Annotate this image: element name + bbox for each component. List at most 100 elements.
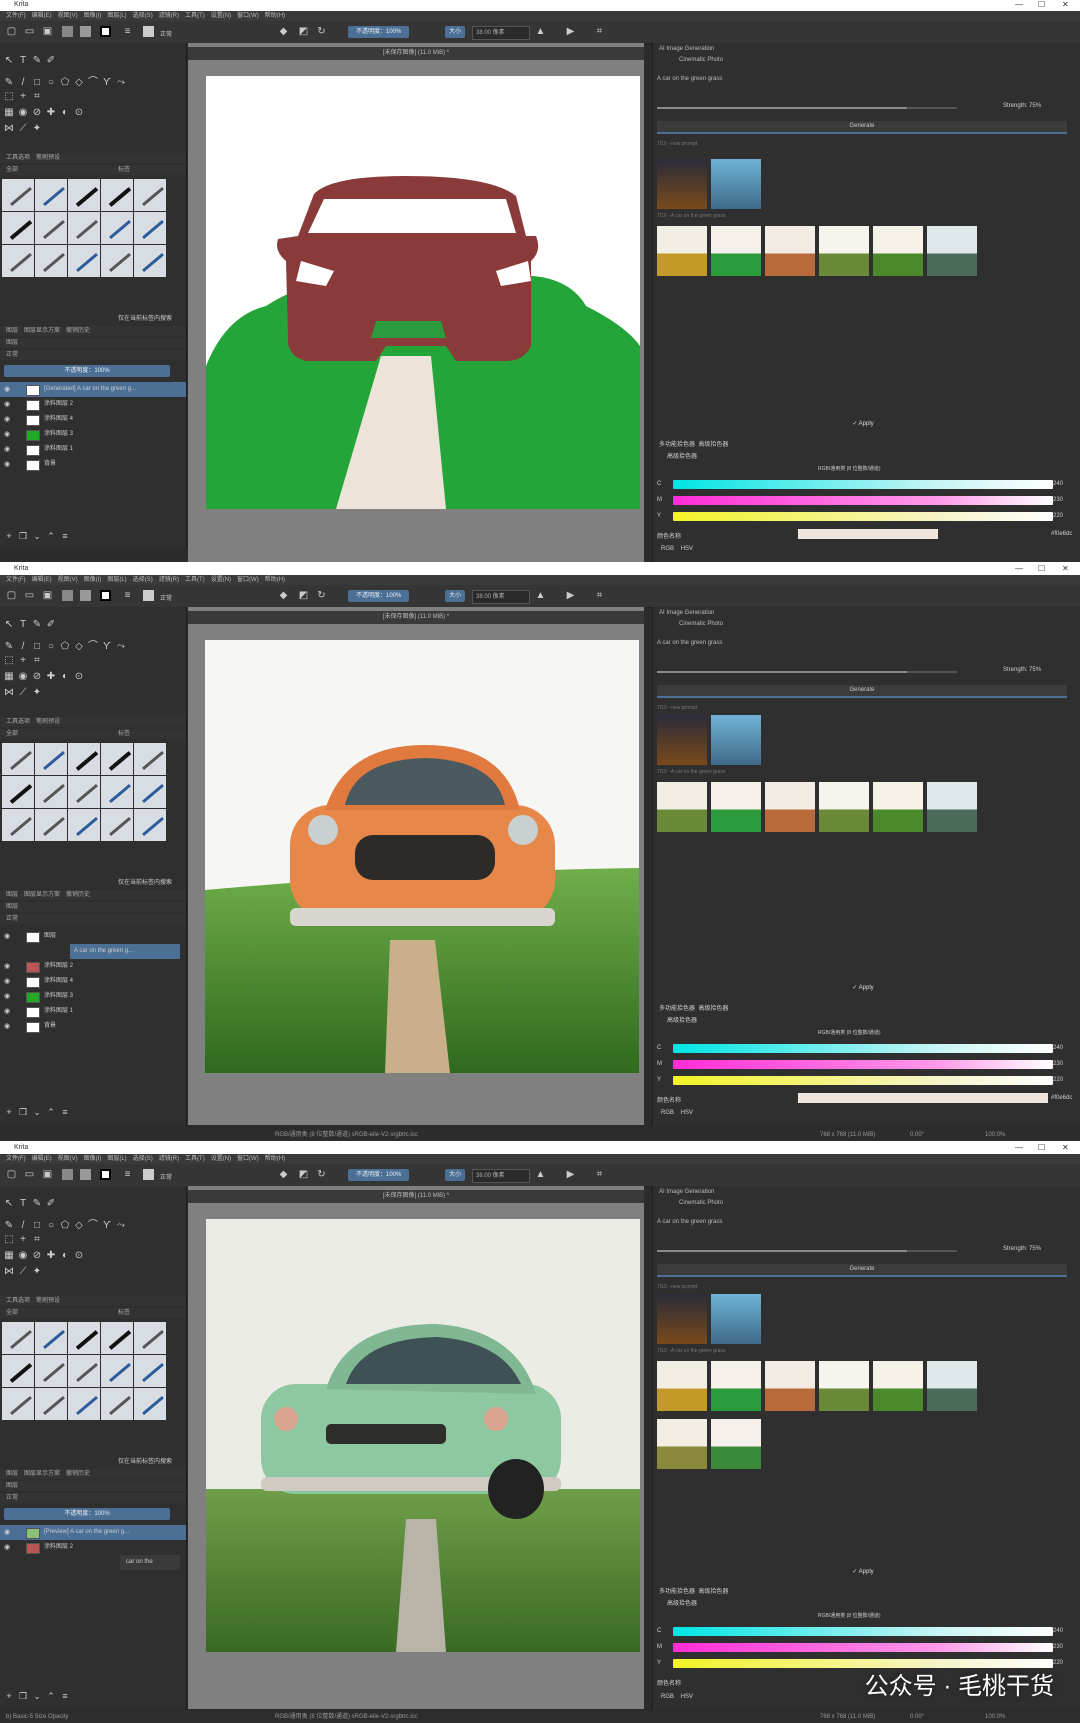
brush-preset[interactable]: [101, 1355, 133, 1387]
toolbox-row-4[interactable]: ▦ ◉ ⊘ ✚ ◐ ⊙: [2, 671, 86, 685]
layer-row[interactable]: ◉ 涂料图层 1: [0, 1004, 186, 1019]
brush-preset[interactable]: [2, 743, 34, 775]
strength-slider[interactable]: [657, 107, 957, 109]
tab-advanced-selector[interactable]: 高级拾色器: [698, 442, 728, 448]
toolbox-row-2[interactable]: ✎ / □ ○ ⬠ ◇ ⌒ ϒ ⤳: [2, 637, 128, 652]
menu-filter[interactable]: 滤镜(R): [159, 11, 179, 21]
visibility-icon[interactable]: ◉: [4, 1525, 10, 1540]
menu-tools[interactable]: 工具(T): [185, 1154, 205, 1164]
new-file-icon[interactable]: ▢: [6, 26, 17, 37]
menu-layer[interactable]: 图层(L): [107, 575, 126, 585]
tab-undo-history[interactable]: 撤销历史: [66, 892, 90, 898]
menu-edit[interactable]: 编辑(E): [32, 11, 52, 21]
brush-preset[interactable]: [101, 179, 133, 211]
history-thumbnail[interactable]: [765, 1361, 815, 1411]
channel-m-value[interactable]: 230: [1053, 1644, 1063, 1650]
eraser-icon[interactable]: ◆: [278, 26, 289, 37]
layer-row[interactable]: ◉ 涂料图层 3: [0, 989, 186, 1004]
menu-select[interactable]: 选择(S): [133, 11, 153, 21]
brush-preset[interactable]: [101, 776, 133, 808]
alpha-lock-icon[interactable]: ◩: [298, 26, 309, 37]
layer-row[interactable]: A car on the green g...: [70, 944, 180, 959]
layer-row[interactable]: ◉ 背景: [0, 1019, 186, 1034]
menu-edit[interactable]: 编辑(E): [32, 575, 52, 585]
yellow-slider[interactable]: [673, 1076, 1053, 1085]
layer-row[interactable]: ◉ 背景: [0, 457, 186, 472]
brush-preset[interactable]: [35, 1355, 67, 1387]
brush-filter[interactable]: 全部: [6, 1310, 18, 1316]
tab-layer-display[interactable]: 图层显示方案: [24, 1471, 60, 1477]
hex-value[interactable]: #f0e6dc: [1051, 531, 1072, 537]
brush-preset[interactable]: [2, 776, 34, 808]
reload-icon[interactable]: ↻: [316, 26, 327, 37]
alpha-lock-icon[interactable]: ◩: [298, 1169, 309, 1180]
layer-blend-select[interactable]: 正常: [6, 916, 18, 922]
menu-file[interactable]: 文件(F): [6, 575, 26, 585]
tab-brush-presets[interactable]: 笔刷预设: [36, 1298, 60, 1304]
prompt-input[interactable]: A car on the green grass: [657, 1219, 722, 1225]
history-thumbnail[interactable]: [657, 1294, 707, 1344]
visibility-icon[interactable]: ◉: [4, 397, 10, 412]
visibility-icon[interactable]: ◉: [4, 427, 10, 442]
history-thumbnail[interactable]: [873, 226, 923, 276]
reload-icon[interactable]: ↻: [316, 590, 327, 601]
tab-undo-history[interactable]: 撤销历史: [66, 328, 90, 334]
visibility-icon[interactable]: ◉: [4, 457, 10, 472]
visibility-icon[interactable]: ◉: [4, 382, 10, 397]
history-thumbnail[interactable]: [873, 1361, 923, 1411]
apply-button[interactable]: ✓ Apply: [803, 1568, 923, 1575]
layer-row[interactable]: ◉ 涂料图层 2: [0, 1540, 186, 1555]
history-thumbnail[interactable]: [711, 1361, 761, 1411]
history-thumbnail[interactable]: [927, 782, 977, 832]
brush-preset[interactable]: [134, 743, 166, 775]
opacity-field[interactable]: 不透明度：100%: [348, 26, 410, 38]
close-button[interactable]: ✕: [1062, 0, 1069, 9]
brush-preset[interactable]: [68, 179, 100, 211]
tab-hsv[interactable]: HSV: [681, 1110, 693, 1116]
layer-actions[interactable]: + ❐ ⌄ ⌃ ≡: [2, 531, 72, 545]
canvas-generated-green-car[interactable]: [206, 1219, 640, 1652]
close-button[interactable]: ✕: [1062, 1143, 1069, 1152]
menu-help[interactable]: 帮助(H): [265, 11, 285, 21]
generate-button[interactable]: Generate: [657, 685, 1067, 698]
crop-icon[interactable]: ⌗: [594, 26, 605, 37]
magenta-slider[interactable]: [673, 1643, 1053, 1652]
toolbox-row-5[interactable]: ⋈ ⟋ ✦: [2, 687, 44, 701]
brush-preset[interactable]: [2, 1322, 34, 1354]
channel-c-value[interactable]: 240: [1053, 481, 1063, 487]
brush-settings-icon[interactable]: ≡: [122, 590, 133, 601]
menu-help[interactable]: 帮助(H): [265, 575, 285, 585]
toolbox-row-5[interactable]: ⋈ ⟋ ✦: [2, 1266, 44, 1280]
open-file-icon[interactable]: ▭: [24, 26, 35, 37]
brush-preset[interactable]: [101, 212, 133, 244]
brush-preset[interactable]: [35, 1388, 67, 1420]
menu-image[interactable]: 图像(I): [84, 575, 102, 585]
hex-value[interactable]: #f0e6dc: [1051, 1095, 1072, 1101]
tab-advanced-selector[interactable]: 高级拾色器: [698, 1006, 728, 1012]
menu-help[interactable]: 帮助(H): [265, 1154, 285, 1164]
pattern-icon[interactable]: [62, 590, 73, 601]
brush-preset[interactable]: [2, 212, 34, 244]
visibility-icon[interactable]: ◉: [4, 989, 10, 1004]
brush-preset[interactable]: [134, 212, 166, 244]
color-swap-icon[interactable]: [100, 1169, 111, 1180]
toolbox-row-2[interactable]: ✎ / □ ○ ⬠ ◇ ⌒ ϒ ⤳: [2, 1216, 128, 1231]
history-thumbnail[interactable]: [711, 159, 761, 209]
toolbox-row-3[interactable]: ⬚ + ⌗: [2, 655, 44, 669]
channel-m-value[interactable]: 230: [1053, 497, 1063, 503]
blend-mode-select[interactable]: 正常: [160, 29, 172, 38]
brush-preset[interactable]: [35, 212, 67, 244]
layer-row[interactable]: ◉ 涂料图层 1: [0, 442, 186, 457]
brush-preset[interactable]: [68, 1388, 100, 1420]
magenta-slider[interactable]: [673, 496, 1053, 505]
tab-tool-options[interactable]: 工具选项: [6, 1298, 30, 1304]
tab-undo-history[interactable]: 撤销历史: [66, 1471, 90, 1477]
maximize-button[interactable]: ☐: [1038, 1143, 1045, 1152]
reload-icon[interactable]: ↻: [316, 1169, 327, 1180]
brush-preset[interactable]: [35, 809, 67, 841]
tab-hsv[interactable]: HSV: [681, 1694, 693, 1700]
toolbox-row-3[interactable]: ⬚ + ⌗: [2, 1234, 44, 1248]
close-button[interactable]: ✕: [1062, 564, 1069, 573]
menu-file[interactable]: 文件(F): [6, 11, 26, 21]
size-field[interactable]: 38.00 像素: [472, 26, 530, 40]
